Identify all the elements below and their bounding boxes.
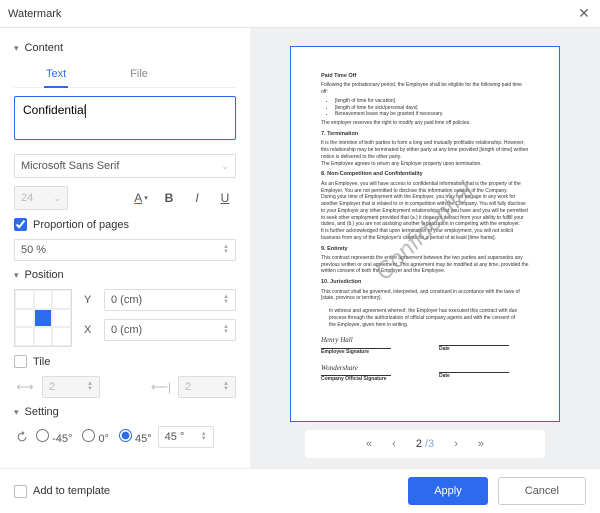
section-content-header[interactable]: ▾ Content [14, 42, 236, 54]
stepper-icon[interactable]: ▲▼ [223, 245, 229, 255]
pager-first[interactable]: « [366, 438, 372, 450]
position-grid-center[interactable] [34, 309, 53, 328]
tile-h-spinner: 2 ▲▼ [42, 376, 100, 398]
position-grid[interactable] [14, 289, 72, 347]
x-label: X [84, 324, 96, 336]
radio-pos45[interactable]: 45° [119, 429, 152, 445]
chevron-down-icon: ▾ [14, 407, 19, 418]
y-spinner[interactable]: 0 (cm) ▲▼ [104, 289, 236, 311]
font-size-select[interactable]: 24 ⌄ [14, 186, 68, 210]
tile-horizontal-icon: ⟷ [14, 376, 36, 398]
pager-status: 2 /3 [416, 438, 434, 450]
chevron-down-icon: ▾ [14, 270, 19, 281]
chevron-down-icon: ⌄ [53, 193, 61, 204]
radio-neg45[interactable]: -45° [36, 429, 72, 445]
tile-v-spinner: 2 ▲▼ [178, 376, 236, 398]
section-content-label: Content [25, 42, 64, 54]
cancel-button[interactable]: Cancel [498, 477, 586, 505]
radio-zero[interactable]: 0° [82, 429, 109, 445]
dialog-title: Watermark [8, 8, 61, 20]
bold-button[interactable]: B [158, 187, 180, 209]
proportion-checkbox[interactable]: Proportion of pages [14, 218, 129, 231]
left-panel: ▾ Content Text File Confidential Microso… [0, 28, 250, 468]
font-select[interactable]: Microsoft Sans Serif ⌄ [14, 154, 236, 178]
tab-text[interactable]: Text [44, 64, 68, 88]
proportion-spinner[interactable]: 50 % ▲▼ [14, 239, 236, 261]
font-color-button[interactable]: A▾ [130, 187, 152, 209]
stepper-icon[interactable]: ▲▼ [223, 325, 229, 335]
apply-button[interactable]: Apply [408, 477, 488, 505]
content-tabs: Text File [14, 62, 236, 88]
titlebar: Watermark ✕ [0, 0, 600, 28]
underline-button[interactable]: U [214, 187, 236, 209]
pager: « ‹ 2 /3 › » [305, 430, 545, 458]
stepper-icon[interactable]: ▲▼ [201, 432, 207, 442]
section-position-header[interactable]: ▾ Position [14, 269, 236, 281]
section-setting-label: Setting [25, 406, 59, 418]
angle-spinner[interactable]: 45 ° ▲▼ [158, 426, 214, 448]
add-template-label: Add to template [33, 485, 110, 497]
font-size-value: 24 [21, 192, 33, 204]
italic-button[interactable]: I [186, 187, 208, 209]
close-icon[interactable]: ✕ [576, 6, 592, 22]
x-spinner[interactable]: 0 (cm) ▲▼ [104, 319, 236, 341]
y-label: Y [84, 294, 96, 306]
font-select-value: Microsoft Sans Serif [21, 160, 119, 172]
section-setting-header[interactable]: ▾ Setting [14, 406, 236, 418]
add-template-checkbox[interactable]: Add to template [14, 485, 110, 498]
chevron-down-icon: ▾ [14, 43, 19, 54]
pager-last[interactable]: » [478, 438, 484, 450]
pager-prev[interactable]: ‹ [392, 438, 396, 450]
preview-panel: Confidential Paid Time Off Following the… [250, 28, 600, 468]
tile-vertical-icon: ⟵| [150, 376, 172, 398]
proportion-value: 50 % [21, 244, 46, 256]
chevron-down-icon: ⌄ [221, 161, 229, 172]
tab-file[interactable]: File [128, 64, 150, 87]
preview-page: Confidential Paid Time Off Following the… [290, 46, 560, 422]
tile-label: Tile [33, 356, 50, 368]
pager-next[interactable]: › [454, 438, 458, 450]
rotation-radios: -45° 0° 45° [36, 429, 152, 445]
rotate-icon [14, 429, 30, 445]
watermark-text-input[interactable]: Confidential [14, 96, 236, 140]
proportion-label: Proportion of pages [33, 219, 129, 231]
stepper-icon[interactable]: ▲▼ [223, 295, 229, 305]
section-position-label: Position [25, 269, 64, 281]
tile-checkbox[interactable]: Tile [14, 355, 50, 368]
